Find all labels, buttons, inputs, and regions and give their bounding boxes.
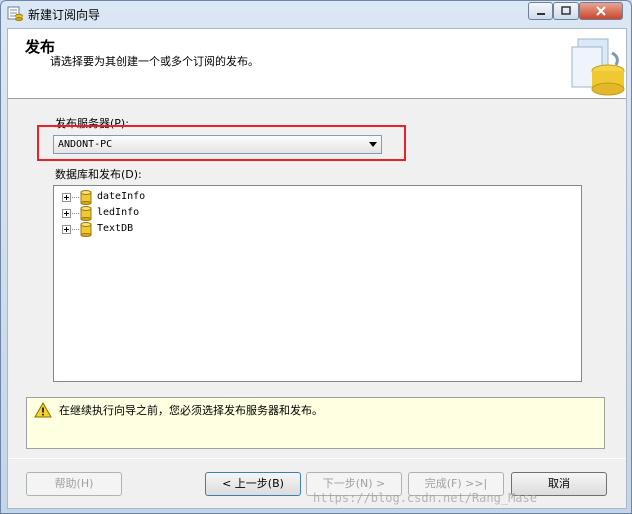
minimize-button[interactable] — [528, 2, 553, 20]
page-subtitle: 请选择要为其创建一个或多个订阅的发布。 — [50, 55, 259, 68]
warning-text: 在继续执行向导之前，您必须选择发布服务器和发布。 — [59, 404, 323, 417]
tree-node-label: dateInfo — [97, 191, 146, 202]
window-title: 新建订阅向导 — [28, 8, 101, 22]
close-button[interactable] — [579, 2, 623, 20]
warning-icon — [34, 402, 52, 418]
expand-icon[interactable] — [62, 193, 71, 202]
wizard-window: 新建订阅向导 发布 请选择要为其创建一个或多个订阅的发布。 发布服务器(P): — [0, 0, 632, 514]
wizard-client-area: 发布 请选择要为其创建一个或多个订阅的发布。 发布服务器(P): ANDONT-… — [7, 28, 627, 509]
wizard-app-icon — [7, 6, 23, 21]
database-icon — [80, 190, 92, 205]
maximize-icon — [561, 6, 571, 15]
maximize-button[interactable] — [553, 2, 579, 20]
watermark-text: https://blog.csdn.net/Rang_Mase — [313, 491, 537, 505]
expand-icon[interactable] — [62, 209, 71, 218]
footer-divider — [8, 458, 626, 459]
wizard-header: 发布 请选择要为其创建一个或多个订阅的发布。 — [8, 29, 626, 99]
title-bar[interactable]: 新建订阅向导 — [1, 1, 631, 27]
chevron-down-icon[interactable] — [369, 142, 377, 147]
expand-icon[interactable] — [62, 225, 71, 234]
tree-connector — [72, 229, 79, 230]
tree-node-label: ledInfo — [97, 207, 140, 218]
help-button[interactable]: 帮助(H) — [26, 472, 122, 496]
database-tree[interactable]: dateInfo ledInfo TextDB — [53, 185, 582, 382]
database-icon — [80, 222, 92, 237]
tree-connector — [72, 197, 79, 198]
publisher-select[interactable]: ANDONT-PC — [53, 135, 382, 154]
close-icon — [596, 6, 606, 16]
database-icon — [80, 206, 92, 221]
warning-panel: 在继续执行向导之前，您必须选择发布服务器和发布。 — [26, 397, 605, 449]
publisher-select-value: ANDONT-PC — [58, 139, 113, 150]
tree-node-label: TextDB — [97, 223, 134, 234]
back-button[interactable]: < 上一步(B) — [205, 472, 301, 496]
databases-label: 数据库和发布(D): — [55, 168, 142, 181]
minimize-icon — [536, 13, 545, 15]
tree-connector — [72, 213, 79, 214]
database-wizard-icon — [571, 38, 625, 96]
